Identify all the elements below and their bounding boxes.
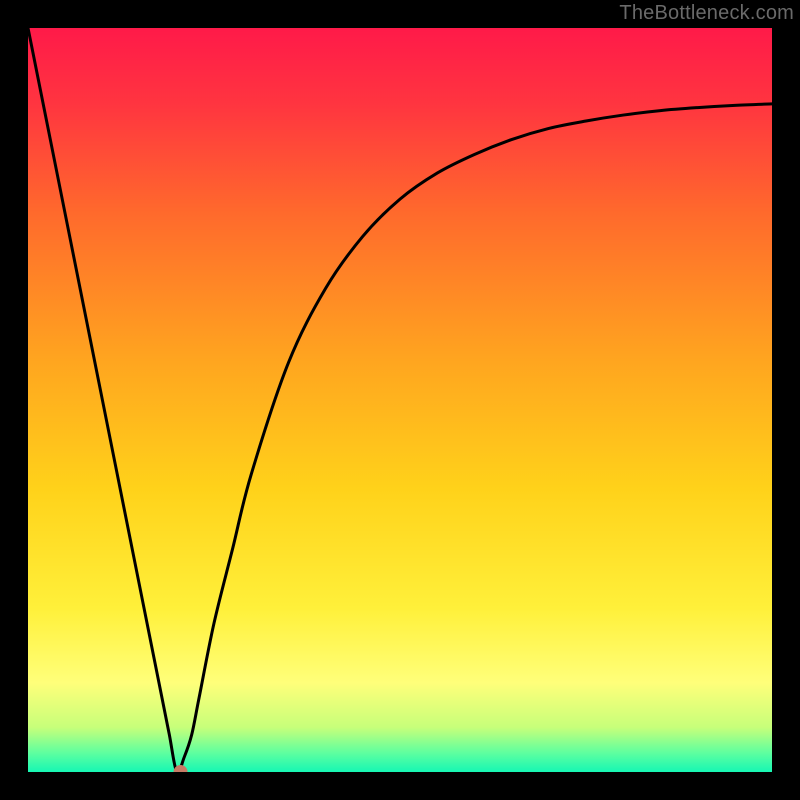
chart-svg	[28, 28, 772, 772]
chart-stage: TheBottleneck.com	[0, 0, 800, 800]
plot-area	[28, 28, 772, 772]
attribution-text: TheBottleneck.com	[619, 2, 794, 25]
chart-background	[28, 28, 772, 772]
